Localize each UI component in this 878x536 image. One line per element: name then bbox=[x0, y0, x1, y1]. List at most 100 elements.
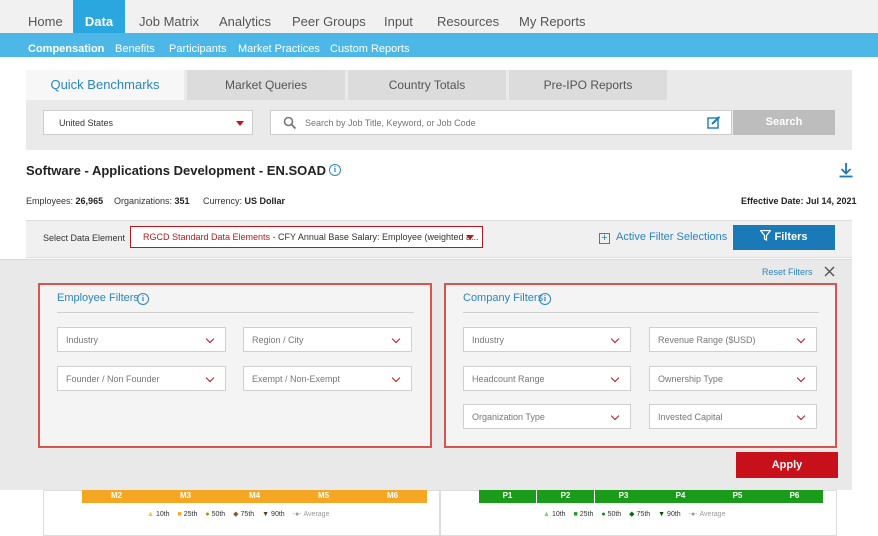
effective-date: Effective Date: Jul 14, 2021 bbox=[741, 196, 857, 206]
filters-button[interactable]: Filters bbox=[733, 225, 835, 250]
triangle-down-icon: ▼ bbox=[658, 511, 666, 518]
currency-label: Currency: bbox=[203, 196, 243, 206]
data-element-prefix: RGCD Standard Data Elements bbox=[143, 232, 271, 242]
employee-industry-dropdown[interactable]: Industry bbox=[57, 327, 226, 352]
legend-25th: 25th bbox=[183, 511, 198, 518]
subnav-benefits[interactable]: Benefits bbox=[115, 33, 155, 57]
apply-button[interactable]: Apply bbox=[736, 452, 838, 478]
chart-segment-m6: M6 bbox=[358, 489, 427, 503]
subnav-market-practices[interactable]: Market Practices bbox=[238, 33, 320, 57]
reset-filters-link[interactable]: Reset Filters bbox=[762, 267, 813, 277]
info-icon[interactable]: i bbox=[329, 164, 341, 176]
nav-home[interactable]: Home bbox=[28, 0, 63, 33]
tab-quick-benchmarks[interactable]: Quick Benchmarks bbox=[26, 70, 184, 100]
divider bbox=[463, 312, 819, 313]
headcount-range-dropdown[interactable]: Headcount Range bbox=[463, 366, 631, 391]
diamond-icon: ◆ bbox=[629, 511, 635, 518]
organization-type-dropdown[interactable]: Organization Type bbox=[463, 404, 631, 429]
employees-label: Employees: bbox=[26, 196, 74, 206]
chevron-down-icon bbox=[205, 334, 215, 344]
subnav-participants[interactable]: Participants bbox=[169, 33, 226, 57]
organizations-stat: Organizations: 351 bbox=[114, 196, 190, 206]
founder-dropdown[interactable]: Founder / Non Founder bbox=[57, 366, 226, 391]
nav-peer-groups[interactable]: Peer Groups bbox=[292, 0, 366, 33]
chart-segment-m3: M3 bbox=[151, 489, 220, 503]
search-input[interactable] bbox=[305, 114, 685, 132]
subnav-compensation[interactable]: Compensation bbox=[28, 33, 104, 57]
currency-stat: Currency: US Dollar bbox=[203, 196, 285, 206]
search-icon bbox=[283, 116, 297, 130]
chevron-down-icon bbox=[796, 373, 806, 383]
divider bbox=[57, 312, 414, 313]
tab-pre-ipo-reports[interactable]: Pre-IPO Reports bbox=[509, 70, 667, 100]
info-icon[interactable]: i bbox=[539, 293, 551, 305]
circle-icon: ● bbox=[205, 511, 210, 518]
legend-10th: 10th bbox=[551, 511, 566, 518]
employee-filters-group: Employee Filters i Industry Region / Cit… bbox=[38, 283, 432, 448]
filter-icon bbox=[759, 229, 773, 241]
dropdown-label: Region / City bbox=[252, 335, 304, 345]
square-icon: ■ bbox=[177, 511, 182, 518]
chevron-down-icon bbox=[796, 411, 806, 421]
revenue-range-dropdown[interactable]: Revenue Range ($USD) bbox=[649, 327, 817, 352]
triangle-up-icon: ▲ bbox=[147, 511, 154, 518]
edit-icon[interactable] bbox=[707, 116, 721, 130]
active-filter-selections[interactable]: + Active Filter Selections bbox=[599, 231, 727, 244]
nav-resources[interactable]: Resources bbox=[437, 0, 499, 33]
employees-stat: Employees: 26,965 bbox=[26, 196, 103, 206]
company-filters-title: Company Filters bbox=[463, 292, 544, 304]
dropdown-label: Ownership Type bbox=[658, 374, 723, 384]
organizations-label: Organizations: bbox=[114, 196, 173, 206]
company-filters-group: Company Filters i Industry Revenue Range… bbox=[444, 283, 837, 448]
subnav-custom-reports[interactable]: Custom Reports bbox=[330, 33, 409, 57]
close-icon[interactable] bbox=[824, 266, 835, 277]
active-filters-label: Active Filter Selections bbox=[616, 231, 728, 243]
tab-market-queries[interactable]: Market Queries bbox=[187, 70, 345, 100]
legend-90th: 90th bbox=[271, 511, 285, 518]
download-icon[interactable] bbox=[838, 162, 854, 178]
nav-analytics[interactable]: Analytics bbox=[219, 0, 271, 33]
plus-icon: + bbox=[599, 233, 610, 244]
filters-button-label: Filters bbox=[774, 231, 808, 243]
dropdown-label: Industry bbox=[66, 335, 99, 345]
chart-segment-m4: M4 bbox=[220, 489, 289, 503]
search-button[interactable]: Search bbox=[733, 110, 835, 135]
chevron-down-icon bbox=[610, 334, 620, 344]
region-city-dropdown[interactable]: Region / City bbox=[243, 327, 412, 352]
chart-segment-p5: P5 bbox=[709, 489, 766, 503]
legend-average: Average bbox=[699, 511, 726, 518]
legend-75th: 75th bbox=[240, 511, 255, 518]
nav-input[interactable]: Input bbox=[384, 0, 413, 33]
legend-average: Average bbox=[303, 511, 330, 518]
dropdown-label: Founder / Non Founder bbox=[66, 374, 160, 384]
page-title: Software - Applications Development - EN… bbox=[26, 163, 327, 178]
dropdown-label: Organization Type bbox=[472, 412, 545, 422]
data-element-label: Select Data Element bbox=[43, 233, 126, 243]
employee-filters-title: Employee Filters bbox=[57, 292, 139, 304]
nav-my-reports[interactable]: My Reports bbox=[519, 0, 585, 33]
chart-segment-p3: P3 bbox=[595, 489, 652, 503]
caret-down-icon bbox=[236, 121, 244, 126]
legend-50th: 50th bbox=[607, 511, 622, 518]
legend-25th: 25th bbox=[579, 511, 594, 518]
average-line-icon: -●- bbox=[292, 511, 302, 518]
chart-segment-p6: P6 bbox=[766, 489, 823, 503]
chevron-down-icon bbox=[205, 373, 215, 383]
chevron-down-icon bbox=[796, 334, 806, 344]
nav-data[interactable]: Data bbox=[73, 0, 125, 33]
nav-job-matrix[interactable]: Job Matrix bbox=[139, 0, 199, 33]
invested-capital-dropdown[interactable]: Invested Capital bbox=[649, 404, 817, 429]
info-icon[interactable]: i bbox=[137, 293, 149, 305]
data-element-select[interactable]: RGCD Standard Data Elements - CFY Annual… bbox=[130, 226, 483, 248]
employees-value: 26,965 bbox=[75, 196, 104, 206]
square-icon: ■ bbox=[573, 511, 578, 518]
tab-country-totals[interactable]: Country Totals bbox=[348, 70, 506, 100]
search-box bbox=[270, 110, 732, 135]
exempt-dropdown[interactable]: Exempt / Non-Exempt bbox=[243, 366, 412, 391]
country-select[interactable]: United States bbox=[43, 110, 253, 135]
ownership-type-dropdown[interactable]: Ownership Type bbox=[649, 366, 817, 391]
triangle-up-icon: ▲ bbox=[543, 511, 550, 518]
company-industry-dropdown[interactable]: Industry bbox=[463, 327, 631, 352]
chart-segment-m2: M2 bbox=[82, 489, 151, 503]
chart-segment-p2: P2 bbox=[537, 489, 594, 503]
